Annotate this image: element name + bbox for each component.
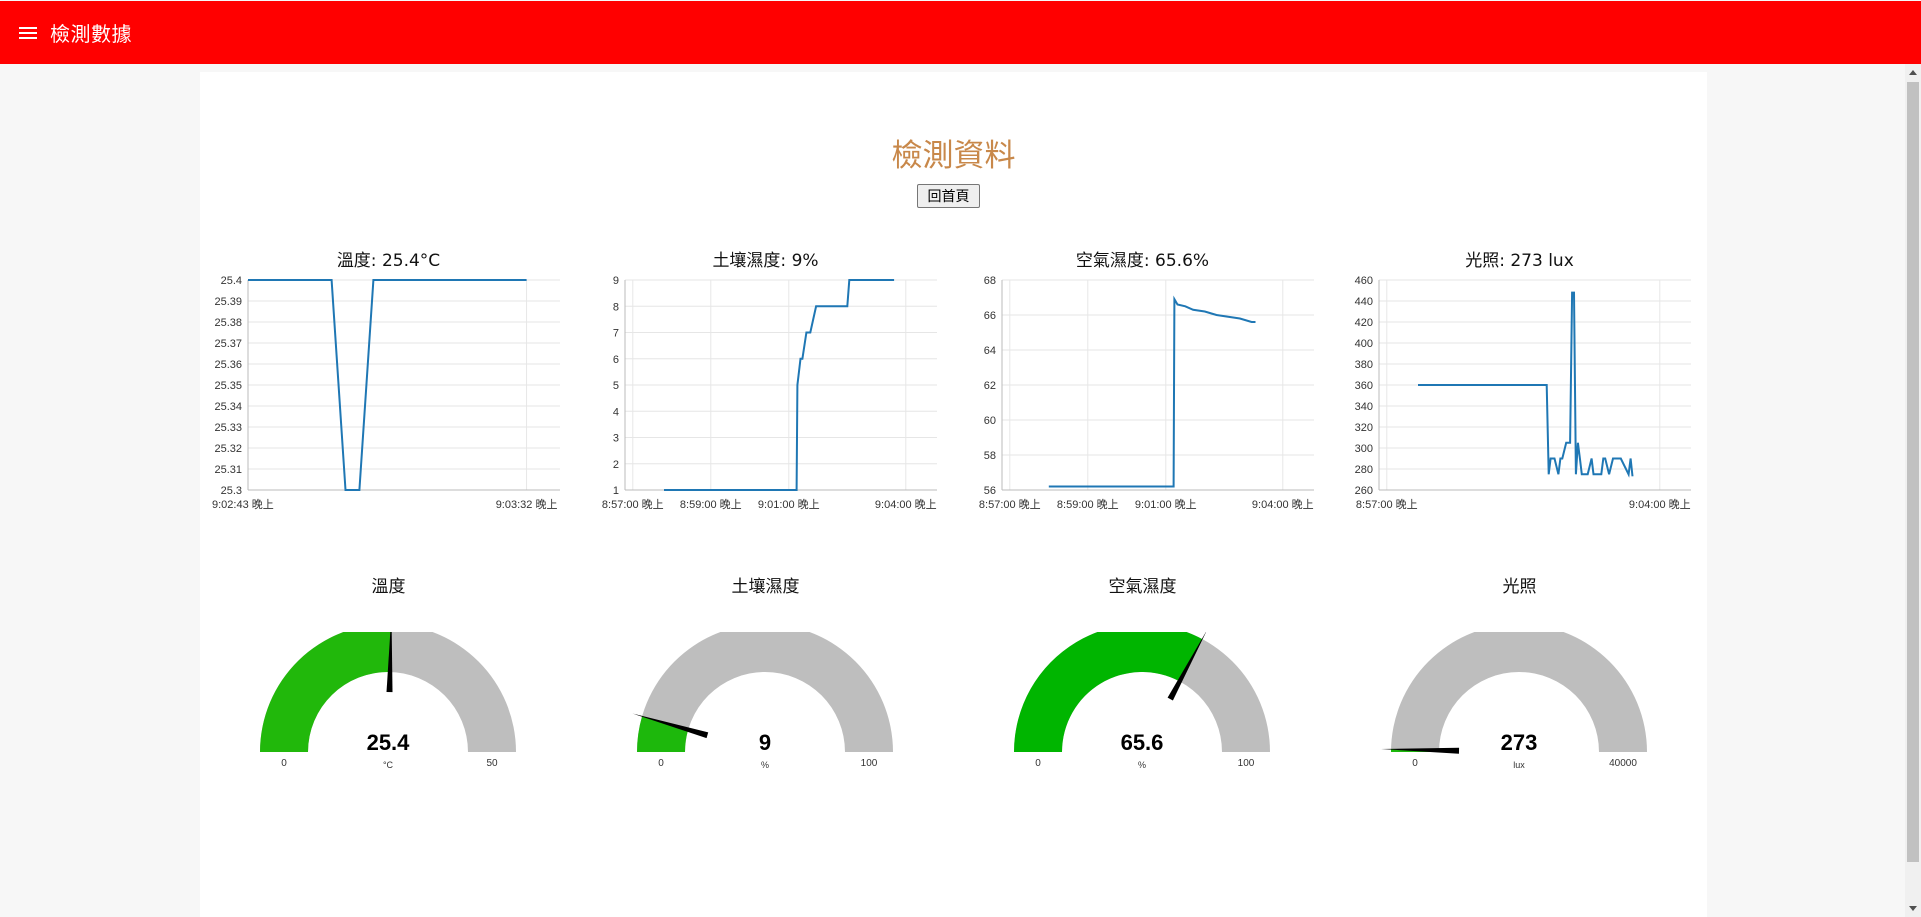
gauge-title-temperature: 溫度: [371, 577, 406, 597]
y-tick-label: 5: [613, 380, 619, 392]
home-button[interactable]: 回首頁: [917, 184, 980, 208]
y-tick-label: 25.36: [214, 359, 242, 371]
gauge-light: 273 lux 0 40000: [1381, 632, 1647, 770]
y-tick-label: 64: [984, 345, 996, 357]
y-tick-label: 440: [1355, 296, 1373, 308]
gauge-title-soil-moisture: 土壤濕度: [731, 577, 800, 597]
app-title: 檢測數據: [50, 22, 132, 46]
gauge-temperature: 25.4 °C 0 50: [260, 632, 516, 770]
y-tick-label: 8: [613, 301, 619, 313]
y-tick-label: 25.38: [214, 317, 242, 329]
y-tick-label: 25.3: [221, 485, 242, 497]
y-tick-label: 9: [613, 275, 619, 287]
y-tick-label: 380: [1355, 359, 1373, 371]
chart-title-soil-moisture: 土壤濕度: 9%: [712, 251, 819, 271]
y-tick-label: 25.39: [214, 296, 242, 308]
gauge-unit: lux: [1513, 760, 1525, 770]
y-tick-label: 58: [984, 450, 996, 462]
y-tick-label: 6: [613, 354, 619, 366]
gauge-min-label: 0: [658, 758, 664, 769]
y-tick-label: 25.32: [214, 443, 242, 455]
gauge-air-humidity: 65.6% 0 100: [1014, 632, 1270, 770]
y-tick-label: 260: [1355, 485, 1373, 497]
gauge-value: 9: [759, 730, 771, 755]
x-tick-label: 8:59:00 晚上: [1057, 498, 1119, 511]
series-line: [1418, 291, 1634, 478]
y-tick-label: 280: [1355, 464, 1373, 476]
y-tick-label: 320: [1355, 422, 1373, 434]
gauge-max-label: 100: [1238, 758, 1255, 769]
header-bar: 檢測數據: [0, 1, 1921, 64]
gauge-title-air-humidity: 空氣濕度: [1108, 577, 1177, 597]
main-content: 檢測資料 回首頁 溫度: 25.4°C 土壤濕度: 9% 空氣濕度: 65.6%…: [200, 72, 1707, 917]
gauge-unit: °C: [383, 760, 394, 770]
chart-title-air-humidity: 空氣濕度: 65.6%: [1075, 251, 1210, 271]
y-tick-label: 360: [1355, 380, 1373, 392]
y-tick-label: 60: [984, 415, 996, 427]
chart-title-temperature: 溫度: 25.4°C: [336, 251, 441, 271]
page-title: 檢測資料: [891, 138, 1016, 174]
gauge-max-label: 40000: [1609, 758, 1637, 769]
y-tick-label: 420: [1355, 317, 1373, 329]
x-tick-label: 9:04:00 晚上: [1629, 498, 1691, 511]
chart-light: 460 440 420 400 380 360 340 320 300 280 2608:57:00…: [1355, 275, 1691, 511]
series-line: [1048, 295, 1256, 488]
chart-soil-moisture: 9 8 7 6 5 4 3 2 18:57:00 晚上 8:59:00 晚上 9:01:00 晚上 9…: [602, 275, 937, 511]
gauge-soil-moisture: 9% 0 100: [632, 632, 893, 770]
chart-title-light: 光照: 273 lux: [1465, 251, 1574, 271]
y-tick-label: 25.37: [214, 338, 242, 350]
scrollbar-thumb[interactable]: [1907, 82, 1919, 862]
y-tick-label: 400: [1355, 338, 1373, 350]
gauge-unit: %: [1138, 760, 1146, 770]
gauge-value: 273: [1501, 730, 1538, 755]
y-tick-label: 62: [984, 380, 996, 392]
chart-air-humidity: 68 66 64 62 60 58 568:57:00 晚上 8:59:00 晚上 9:01:0…: [979, 275, 1314, 511]
gauge-value: 65.6: [1121, 730, 1164, 755]
y-tick-label: 25.33: [214, 422, 242, 434]
x-tick-label: 9:02:43 晚上: [212, 498, 274, 511]
y-tick-label: 25.4: [221, 275, 242, 287]
y-tick-label: 300: [1355, 443, 1373, 455]
y-tick-label: 68: [984, 275, 996, 287]
scroll-up-icon[interactable]: [1909, 70, 1917, 75]
x-tick-label: 8:57:00 晚上: [979, 498, 1041, 511]
y-tick-label: 7: [613, 328, 619, 340]
y-tick-label: 66: [984, 310, 996, 322]
y-tick-label: 4: [613, 406, 619, 418]
gauge-min-label: 0: [281, 758, 287, 769]
x-tick-label: 9:03:32 晚上: [496, 498, 558, 511]
gauge-unit: %: [761, 760, 769, 770]
x-tick-label: 8:57:00 晚上: [602, 498, 664, 511]
y-tick-label: 340: [1355, 401, 1373, 413]
x-tick-label: 9:04:00 晚上: [1252, 498, 1314, 511]
x-tick-label: 9:01:00 晚上: [1135, 498, 1197, 511]
y-tick-label: 25.34: [214, 401, 242, 413]
x-tick-label: 9:04:00 晚上: [875, 498, 937, 511]
x-tick-label: 9:01:00 晚上: [758, 498, 820, 511]
gauge-min-label: 0: [1412, 758, 1418, 769]
y-tick-label: 2: [613, 459, 619, 471]
scroll-down-icon[interactable]: [1909, 906, 1917, 911]
hamburger-menu-icon[interactable]: [14, 19, 42, 47]
gauge-max-label: 100: [861, 758, 878, 769]
y-tick-label: 56: [984, 485, 996, 497]
gauge-min-label: 0: [1035, 758, 1041, 769]
gauge-title-light: 光照: [1502, 577, 1537, 597]
y-tick-label: 1: [613, 485, 619, 497]
x-tick-label: 8:57:00 晚上: [1356, 498, 1418, 511]
y-tick-label: 460: [1355, 275, 1373, 287]
x-tick-label: 8:59:00 晚上: [680, 498, 742, 511]
vertical-scrollbar[interactable]: [1905, 64, 1921, 917]
y-tick-label: 25.31: [214, 464, 242, 476]
gauge-value: 25.4: [367, 730, 411, 755]
gauge-max-label: 50: [486, 758, 498, 769]
y-tick-label: 25.35: [214, 380, 242, 392]
chart-temperature: 25.4 25.39 25.38 25.37 25.36 25.35 25.34 25.33 2…: [212, 275, 560, 511]
y-tick-label: 3: [613, 433, 619, 445]
